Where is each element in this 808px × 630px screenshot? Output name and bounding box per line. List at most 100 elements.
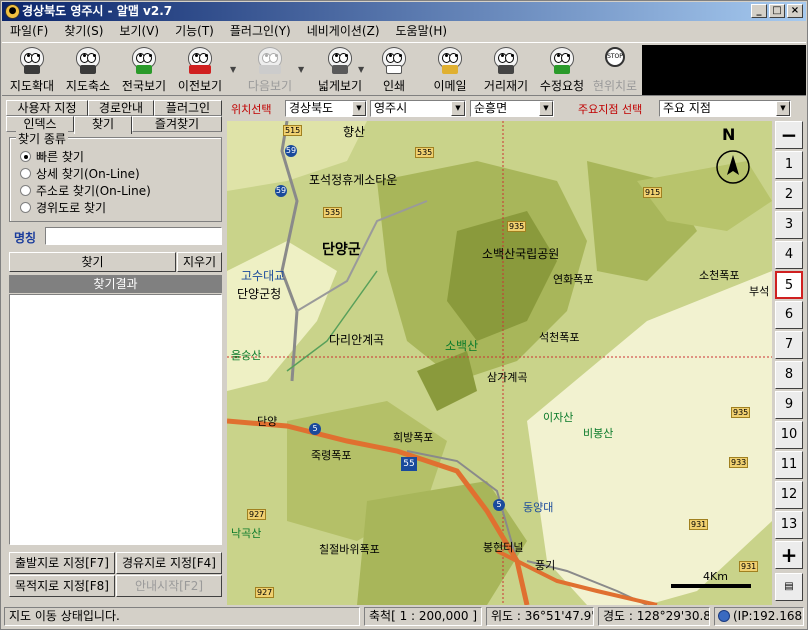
zoom-level-4[interactable]: 4 xyxy=(775,241,803,269)
menu-tools[interactable]: 기능(T) xyxy=(167,22,222,41)
province-select[interactable]: 경상북도 ▼ xyxy=(285,100,367,117)
clear-button[interactable]: 지우기 xyxy=(177,252,222,272)
zoom-control: − 1 2 3 4 5 6 7 8 9 10 11 12 13 + ▤ xyxy=(773,121,807,605)
name-input[interactable] xyxy=(45,227,222,245)
measure-distance-button[interactable]: 거리재기 xyxy=(478,45,534,95)
menu-file[interactable]: 파일(F) xyxy=(2,22,56,41)
set-origin-button[interactable]: 출발지로 지정[F7] xyxy=(9,552,115,574)
city-select[interactable]: 영주시 ▼ xyxy=(370,100,466,117)
status-bar: 지도 이동 상태입니다. 축척[ 1 : 200,000 ] 위도 : 36°5… xyxy=(2,606,806,628)
radio-detailed-search[interactable]: 상세 찾기(On-Line) xyxy=(20,165,140,182)
zoom-level-5[interactable]: 5 xyxy=(775,271,803,299)
menu-help[interactable]: 도움말(H) xyxy=(388,22,456,41)
app-icon[interactable]: ● xyxy=(5,4,20,19)
email-face-icon xyxy=(434,45,466,75)
edit-request-button[interactable]: 수정요청 xyxy=(536,45,588,95)
town-select[interactable]: 순흥면 ▼ xyxy=(470,100,554,117)
compass-north-label: N xyxy=(722,125,736,144)
route-shield-5a: 5 xyxy=(309,423,321,435)
zoom-out-button[interactable]: 지도축소 xyxy=(62,45,114,95)
map-canvas[interactable]: N 4Km 향산 포석정휴게소타운 단양군 소백산국립공원 연화폭포 소천폭포 … xyxy=(227,121,772,605)
road-marker: 927 xyxy=(255,587,275,598)
menu-plugin[interactable]: 플러그인(Y) xyxy=(222,22,299,41)
results-list[interactable] xyxy=(9,294,222,545)
map-label-nakgoksan: 낙곡산 xyxy=(231,527,262,540)
tab-route-guide[interactable]: 경로안내 xyxy=(88,100,154,116)
set-destination-button[interactable]: 목적지로 지정[F8] xyxy=(9,575,115,597)
wide-view-dropdown-icon[interactable]: ▼ xyxy=(358,65,364,74)
nationwide-view-button[interactable]: 전국보기 xyxy=(118,45,170,95)
radio-coordinate-search[interactable]: 경위도로 찾기 xyxy=(20,199,106,216)
map-label-darian-valley: 다리안계곡 xyxy=(329,333,385,347)
minimize-button[interactable]: _ xyxy=(751,4,767,18)
poi-select[interactable]: 주요 지점 ▼ xyxy=(659,100,791,117)
zoom-level-8[interactable]: 8 xyxy=(775,361,803,389)
tab-search[interactable]: 찾기 xyxy=(74,116,132,134)
zoom-level-13[interactable]: 13 xyxy=(775,511,803,539)
scale-bar-label: 4Km xyxy=(703,570,728,583)
tab-plugin[interactable]: 플러그인 xyxy=(154,100,222,116)
menu-navigation[interactable]: 네비게이션(Z) xyxy=(299,22,388,41)
current-location-button[interactable]: STOP 현위치로 xyxy=(590,45,640,95)
previous-view-label: 이전보기 xyxy=(177,79,223,93)
previous-view-button[interactable]: 이전보기 xyxy=(174,45,226,95)
tab-favorites[interactable]: 즐겨찾기 xyxy=(132,116,222,132)
zoom-level-12[interactable]: 12 xyxy=(775,481,803,509)
nationwide-view-label: 전국보기 xyxy=(121,79,167,93)
start-guidance-button[interactable]: 안내시작[F2] xyxy=(116,575,222,597)
next-view-button[interactable]: 다음보기 xyxy=(240,45,300,95)
chevron-down-icon: ▼ xyxy=(451,101,465,116)
zoom-level-7[interactable]: 7 xyxy=(775,331,803,359)
route-shield-5b: 5 xyxy=(493,499,505,511)
zoom-level-2[interactable]: 2 xyxy=(775,181,803,209)
map-label-bonghyeon-tunnel: 봉현터널 xyxy=(483,541,524,554)
next-view-dropdown-icon[interactable]: ▼ xyxy=(298,65,304,74)
zoom-level-9[interactable]: 9 xyxy=(775,391,803,419)
route-shield-59b: 59 xyxy=(275,185,287,197)
road-marker: 535 xyxy=(323,207,343,218)
toolbar: 지도확대 지도축소 전국보기 이전보기 ▼ 다음보기 ▼ 넓게보기 ▼ 인쇄 이… xyxy=(2,42,806,96)
route-shield-59a: 59 xyxy=(285,145,297,157)
radio-address-search[interactable]: 주소로 찾기(On-Line) xyxy=(20,182,151,199)
status-ip: (IP:192.168 xyxy=(714,607,804,626)
map-area: 위치선택 경상북도▼ 영주시▼ 순흥면▼ 주요지점 선택 주요 지점▼ xyxy=(227,97,808,605)
zoom-level-6[interactable]: 6 xyxy=(775,301,803,329)
status-scale: 축척[ 1 : 200,000 ] xyxy=(364,607,482,626)
previous-view-dropdown-icon[interactable]: ▼ xyxy=(230,65,236,74)
map-label-jukryeong-falls: 죽령폭포 xyxy=(311,449,352,462)
find-button[interactable]: 찾기 xyxy=(9,252,176,272)
next-view-label: 다음보기 xyxy=(247,79,293,93)
zoom-in-map-button[interactable]: + xyxy=(775,541,803,569)
close-button[interactable]: × xyxy=(787,4,803,18)
printer-icon[interactable]: ▤ xyxy=(775,573,803,601)
map-label-danyang: 단양 xyxy=(257,415,278,428)
expressway-shield-55: 55 xyxy=(401,457,417,471)
wide-view-face-icon xyxy=(324,45,356,75)
chevron-down-icon: ▼ xyxy=(776,101,790,116)
zoom-out-face-icon xyxy=(72,45,104,75)
menu-view[interactable]: 보기(V) xyxy=(111,22,167,41)
zoom-in-label: 지도확대 xyxy=(9,79,55,93)
map-label-eulsungsan: 을숭산 xyxy=(231,349,262,362)
maximize-button[interactable]: □ xyxy=(769,4,785,18)
radio-quick-search[interactable]: 빠른 찾기 xyxy=(20,148,84,165)
zoom-out-map-button[interactable]: − xyxy=(775,121,803,149)
map-label-gosu-bridge: 고수대교 xyxy=(241,269,286,283)
map-label-huibang-falls: 희방폭포 xyxy=(393,431,434,444)
zoom-level-3[interactable]: 3 xyxy=(775,211,803,239)
zoom-level-11[interactable]: 11 xyxy=(775,451,803,479)
road-marker: 935 xyxy=(507,221,527,232)
edit-request-label: 수정요청 xyxy=(539,79,585,93)
map-svg[interactable] xyxy=(227,121,772,605)
zoom-in-button[interactable]: 지도확대 xyxy=(6,45,58,95)
map-label-seokcheon-falls: 석천폭포 xyxy=(539,331,580,344)
email-button[interactable]: 이메일 xyxy=(426,45,474,95)
print-button[interactable]: 인쇄 xyxy=(370,45,418,95)
globe-icon xyxy=(718,610,730,622)
zoom-level-1[interactable]: 1 xyxy=(775,151,803,179)
current-location-face-icon: STOP xyxy=(599,45,631,75)
menu-search[interactable]: 찾기(S) xyxy=(56,22,111,41)
tab-user-defined[interactable]: 사용자 지정 xyxy=(6,100,88,116)
zoom-level-10[interactable]: 10 xyxy=(775,421,803,449)
set-waypoint-button[interactable]: 경유지로 지정[F4] xyxy=(116,552,222,574)
